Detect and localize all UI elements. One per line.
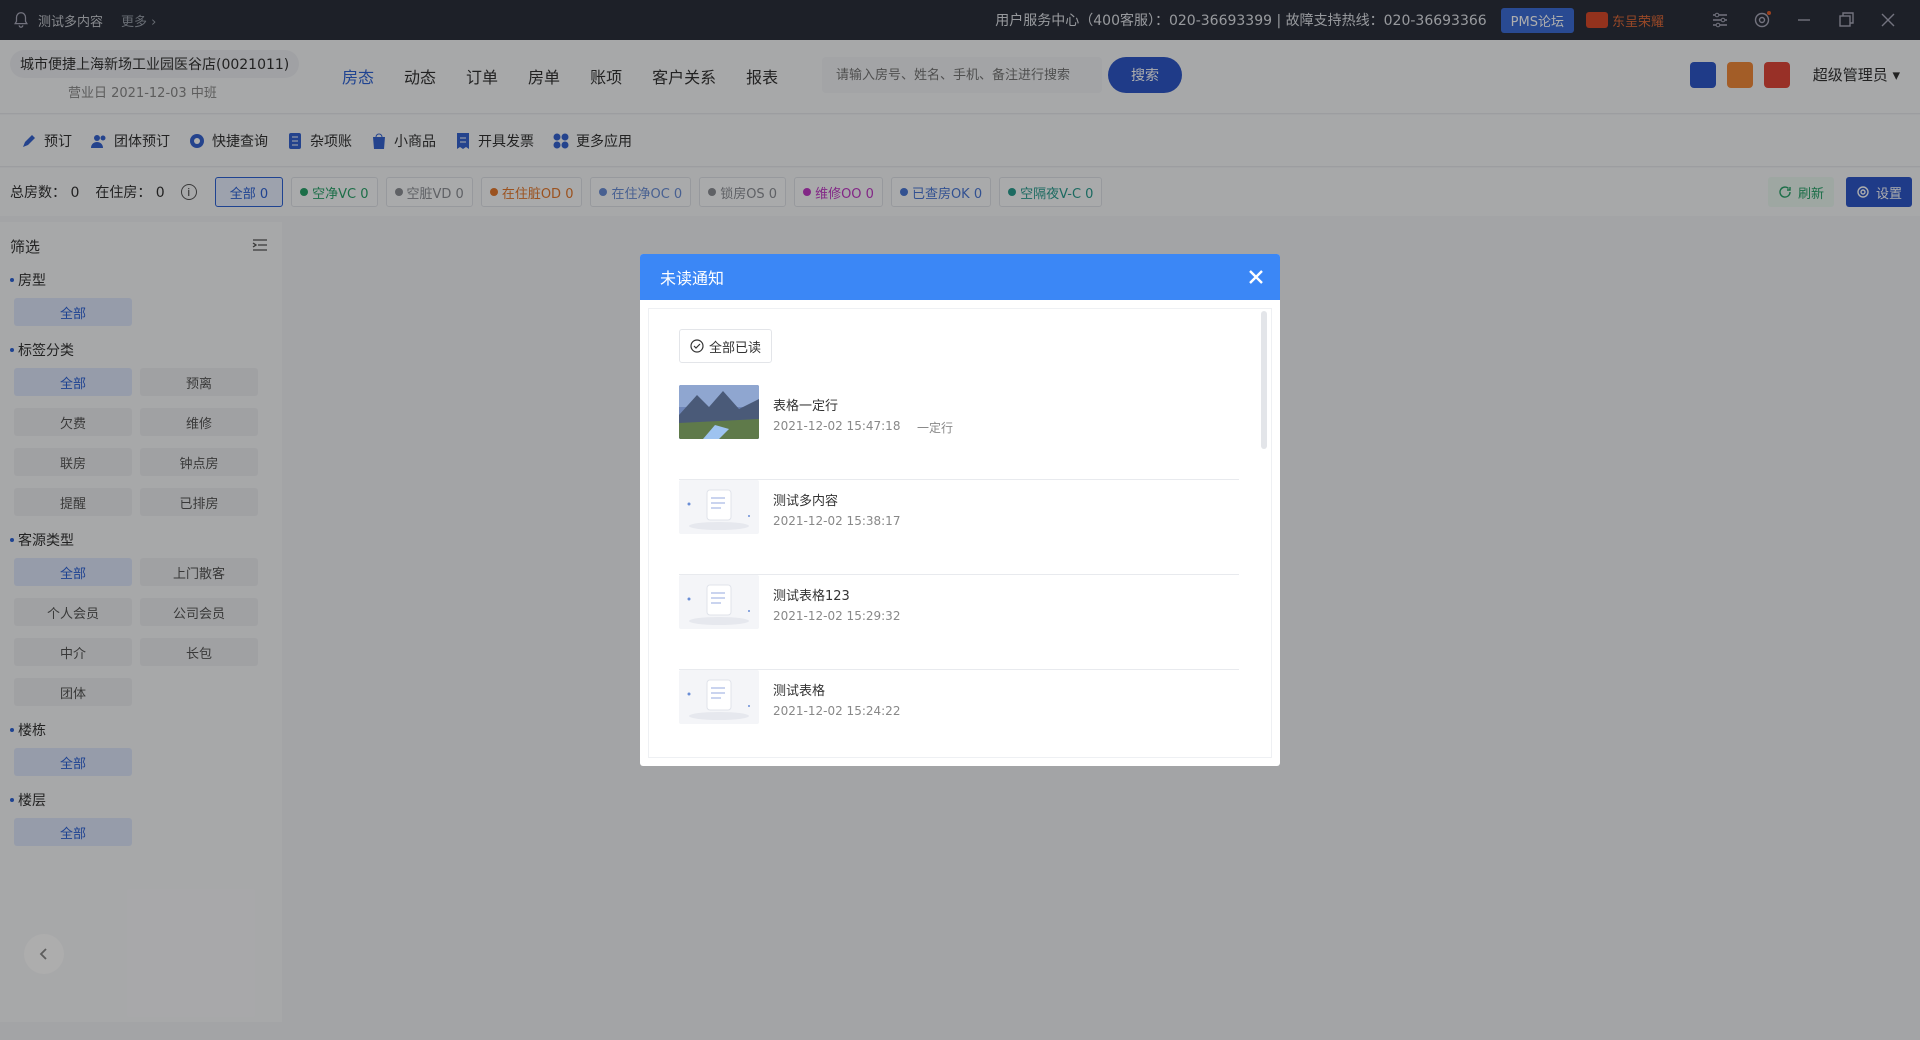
notice-item[interactable]: 测试多内容 2021-12-02 15:38:17 [679, 480, 1239, 575]
close-icon[interactable] [1246, 267, 1266, 287]
notice-time: 2021-12-02 15:47:18 [773, 419, 901, 433]
notice-list: 全部已读 表格一定行 2021-12-02 15:47:18 一定行 测试多内容 [648, 308, 1272, 758]
notice-tag: 一定行 [917, 421, 954, 435]
notice-time: 2021-12-02 15:38:17 [773, 514, 901, 528]
notice-item[interactable]: 测试表格 2021-12-02 15:24:22 [679, 670, 1239, 757]
notice-title: 测试表格 [773, 684, 826, 699]
dialog-title: 未读通知 [660, 269, 725, 288]
notice-title: 表格一定行 [773, 399, 839, 414]
scrollbar[interactable] [1261, 311, 1267, 449]
read-all-label: 全部已读 [709, 340, 762, 356]
landscape-thumbnail-icon [679, 385, 759, 439]
notice-item[interactable]: 测试表格123 2021-12-02 15:29:32 [679, 575, 1239, 670]
document-icon [679, 480, 759, 534]
notice-time: 2021-12-02 15:24:22 [773, 704, 901, 718]
document-icon [679, 670, 759, 724]
notice-time: 2021-12-02 15:29:32 [773, 609, 901, 623]
notice-title: 测试表格123 [773, 589, 850, 604]
mark-all-read-button[interactable]: 全部已读 [679, 329, 773, 363]
document-icon [679, 575, 759, 629]
check-circle-icon [690, 339, 704, 353]
notice-item[interactable]: 表格一定行 2021-12-02 15:47:18 一定行 [679, 385, 1239, 480]
unread-notice-dialog: 未读通知 全部已读 表格一定行 2021-12-02 15:47:18 一定行 [640, 254, 1280, 766]
dialog-header: 未读通知 [640, 254, 1280, 300]
notice-title: 测试多内容 [773, 494, 839, 509]
